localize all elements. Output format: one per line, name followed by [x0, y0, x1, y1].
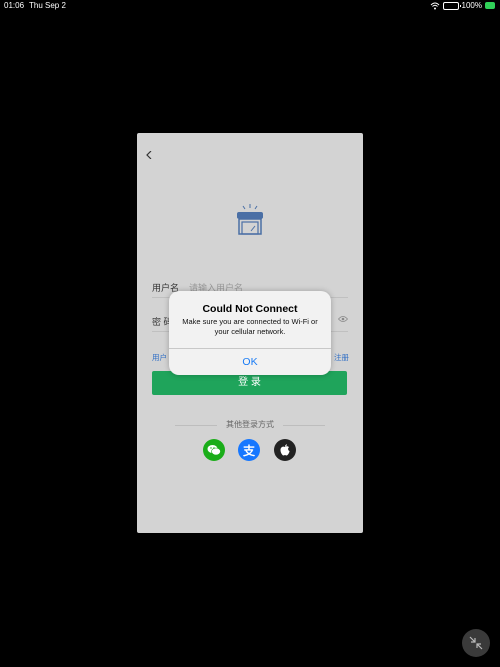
alipay-login-button[interactable]: 支 [238, 439, 260, 461]
eye-icon[interactable] [338, 315, 348, 323]
user-link[interactable]: 用户 [152, 352, 167, 363]
other-login-section: 其他登录方式 [175, 419, 325, 431]
chevron-left-icon[interactable] [145, 151, 153, 159]
alert-message: Make sure you are connected to Wi-Fi or … [182, 317, 318, 336]
wechat-icon [207, 445, 221, 456]
status-indicators: 100% [430, 1, 495, 10]
divider [283, 425, 325, 426]
fullscreen-toggle-button[interactable] [462, 629, 490, 657]
charging-icon [485, 2, 495, 9]
battery-icon [442, 1, 461, 10]
status-date: Thu Sep 2 [29, 1, 66, 10]
ok-button[interactable]: OK [169, 349, 331, 375]
apple-icon [280, 444, 290, 456]
store-icon [237, 204, 263, 235]
wifi-icon [430, 2, 439, 9]
collapse-arrows-icon [469, 636, 483, 650]
wechat-login-button[interactable] [203, 439, 225, 461]
alipay-icon: 支 [242, 443, 255, 458]
status-time: 01:06 [4, 1, 25, 10]
alert-title: Could Not Connect [202, 303, 298, 315]
alert-dialog: Could Not Connect Make sure you are conn… [169, 291, 331, 375]
battery-percent: 100% [461, 1, 482, 10]
apple-login-button[interactable] [274, 439, 296, 461]
register-link[interactable]: 注册 [334, 352, 349, 363]
status-bar: 01:06 Thu Sep 2 100% [0, 0, 500, 12]
